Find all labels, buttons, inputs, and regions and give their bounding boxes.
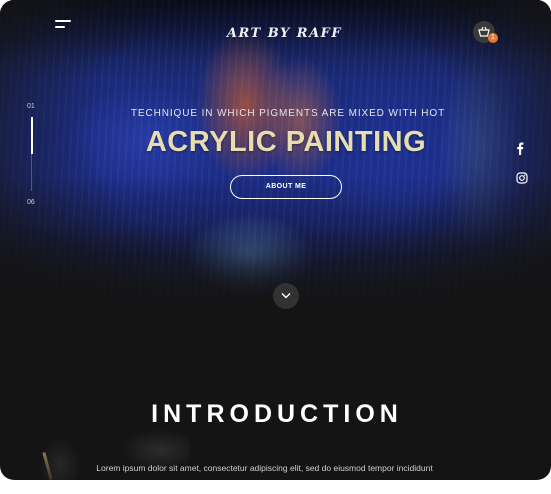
intro-paragraph: Lorem ipsum dolor sit amet, consectetur … bbox=[96, 463, 433, 473]
slide-counter-total: 06 bbox=[27, 199, 35, 206]
chevron-down-icon bbox=[281, 293, 291, 299]
cart-button[interactable]: 1 bbox=[473, 21, 498, 43]
hero-painting-background bbox=[0, 0, 551, 320]
about-me-button[interactable]: ABOUT ME bbox=[230, 175, 342, 199]
hero-title: ACRYLIC PAINTING bbox=[145, 126, 427, 158]
cart-count-badge: 1 bbox=[488, 33, 498, 43]
intro-heading: INTRODUCTION bbox=[151, 400, 403, 428]
scroll-down-button[interactable] bbox=[273, 283, 299, 309]
site-logo[interactable]: ART BY RAFF bbox=[0, 26, 551, 41]
hero-subtitle: TECHNIQUE IN WHICH PIGMENTS ARE MIXED WI… bbox=[130, 108, 446, 119]
instagram-icon[interactable] bbox=[516, 171, 528, 189]
page-frame: ART BY RAFF 1 01 06 TECHNIQUE IN WHICH P… bbox=[0, 0, 551, 480]
